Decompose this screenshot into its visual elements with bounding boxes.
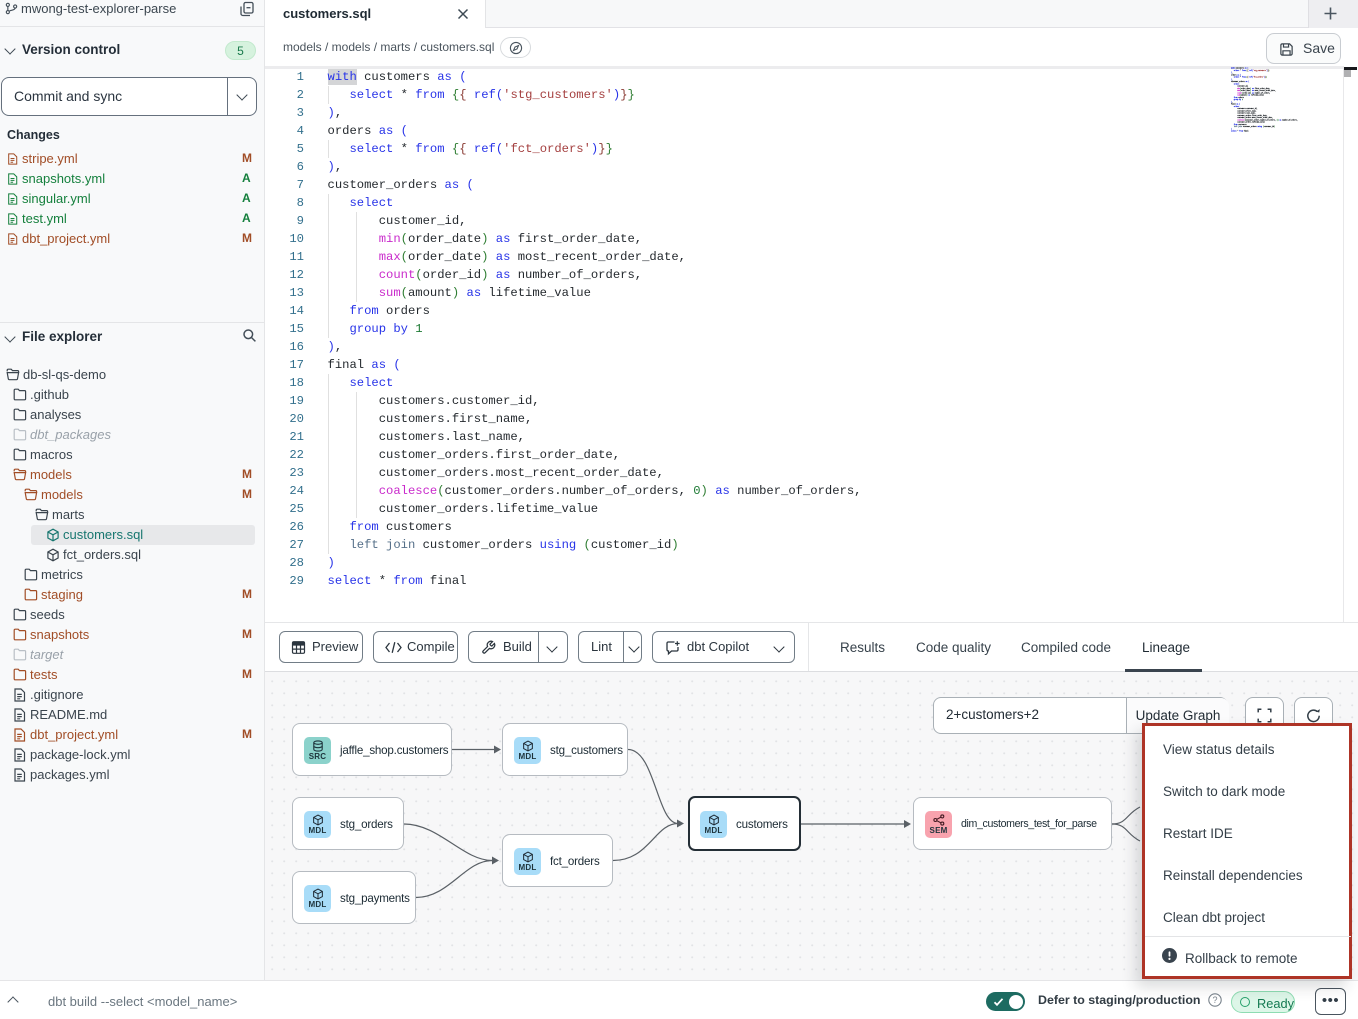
svg-text:?: ? (1212, 995, 1217, 1005)
